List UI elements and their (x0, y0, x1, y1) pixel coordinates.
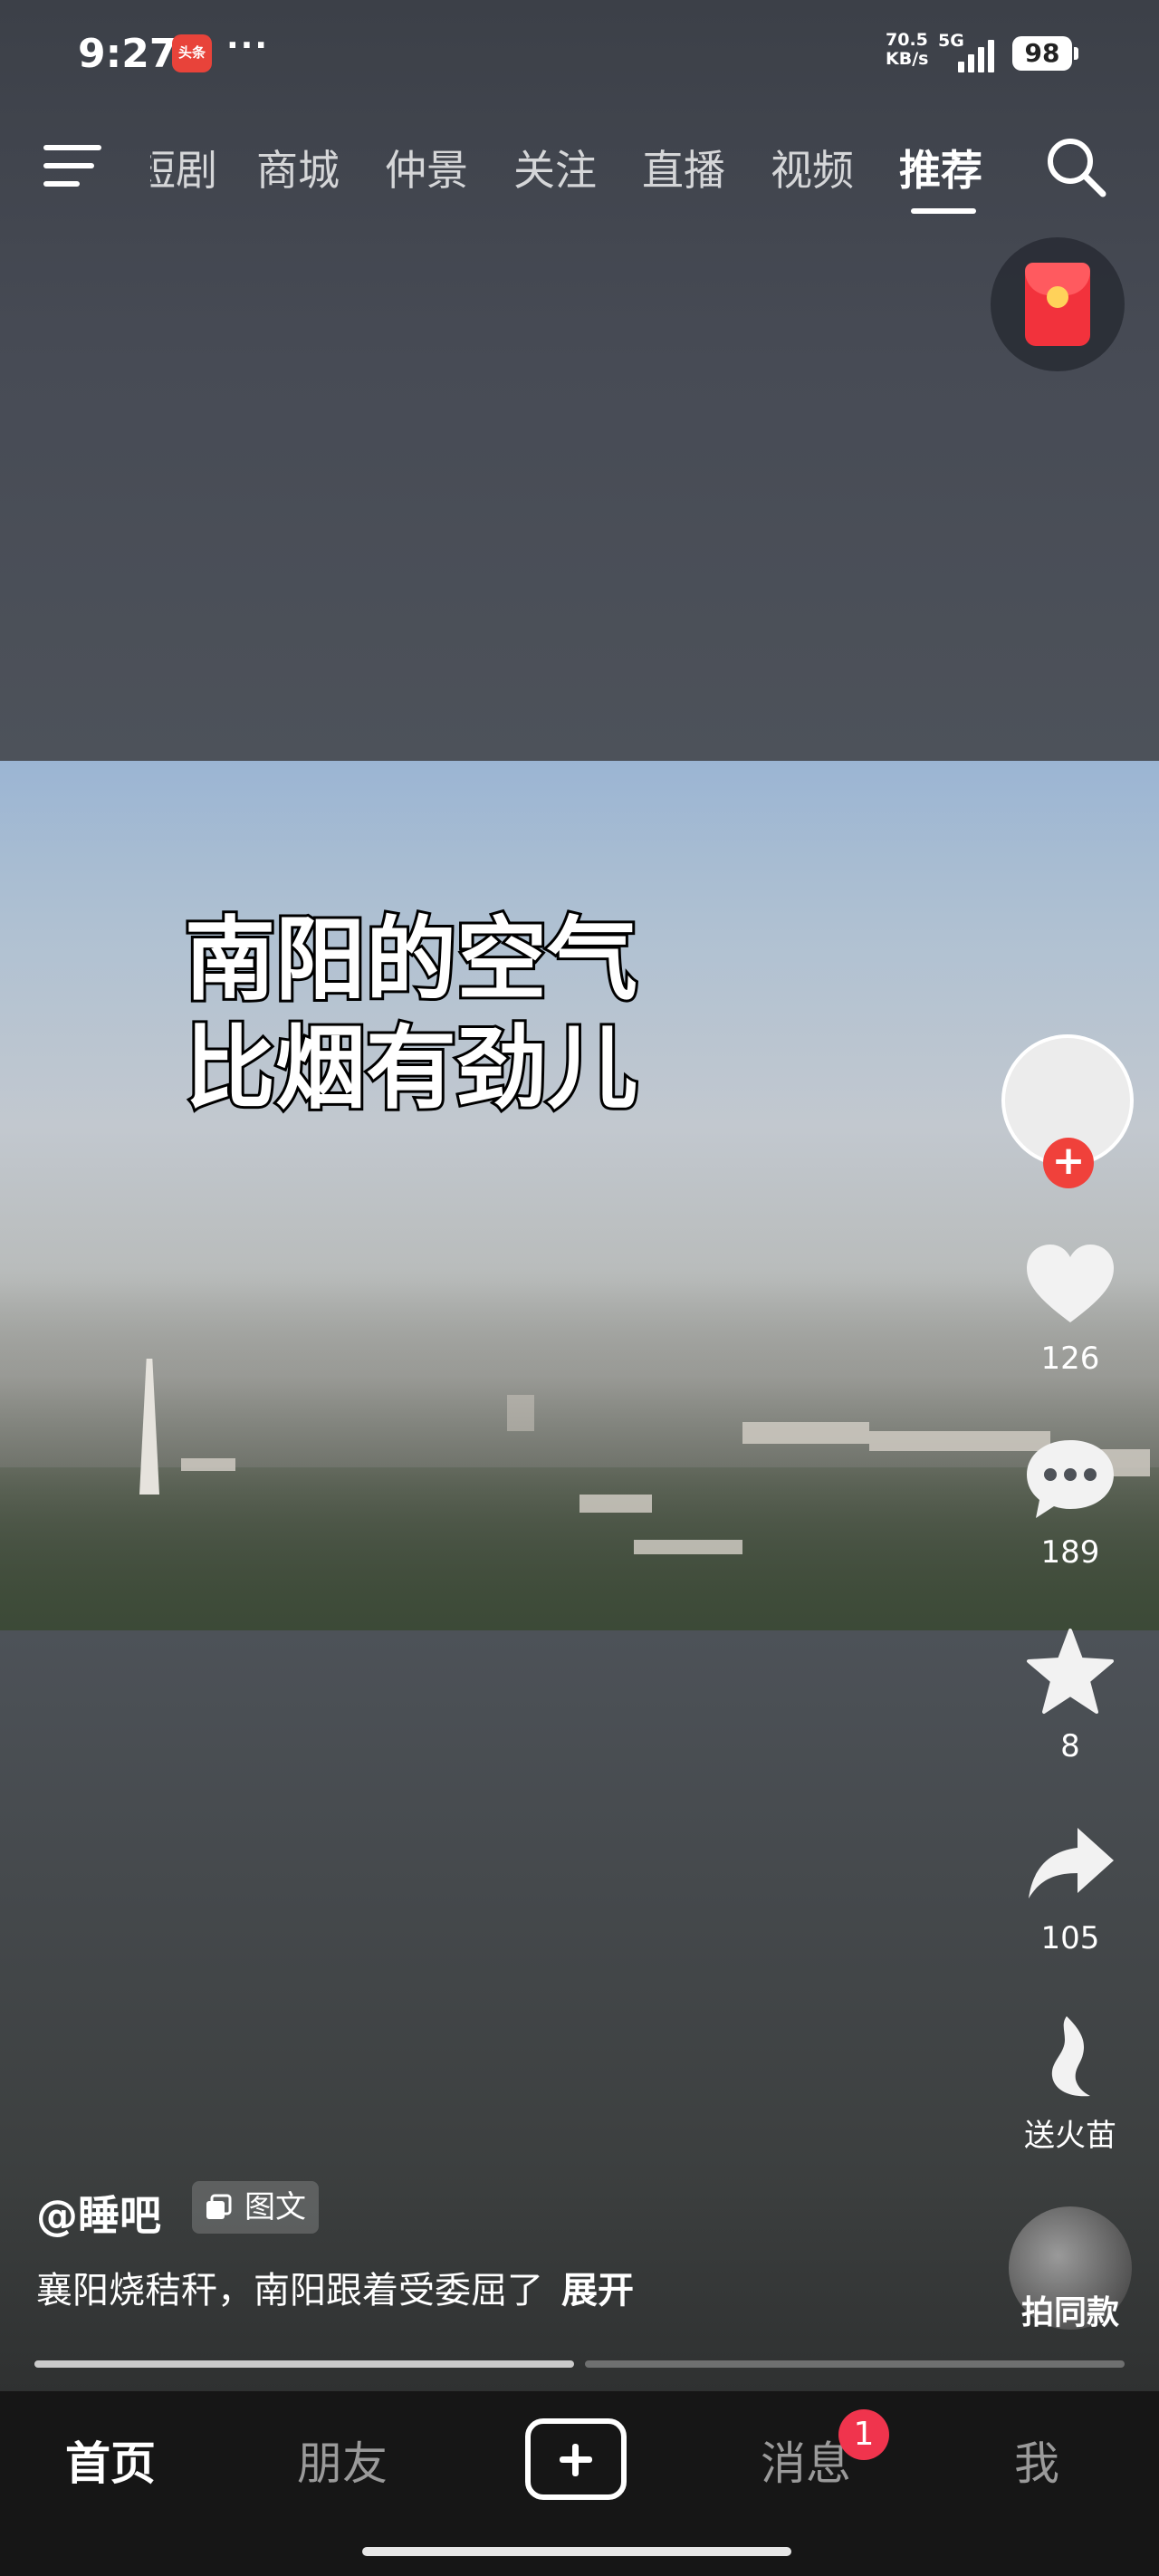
favorite-count: 8 (1060, 1728, 1080, 1764)
progress-segment-remaining[interactable] (585, 2360, 1125, 2368)
like-count: 126 (1040, 1341, 1100, 1377)
building (634, 1540, 742, 1554)
video-feed-screen: 9:27 头条 ··· 70.5 KB/s 5G 98 短剧 商城 仲景 关注 … (0, 0, 1159, 2576)
follow-button[interactable]: + (1043, 1138, 1094, 1188)
nav-messages[interactable]: 消息 (761, 2427, 851, 2493)
author-name[interactable]: @睡吧 (36, 2183, 161, 2243)
description-text: 襄阳烧秸秆，南阳跟着受委屈了 (36, 2270, 543, 2312)
treeline (0, 1467, 1159, 1630)
home-indicator[interactable] (362, 2547, 791, 2556)
tab-mall[interactable]: 商城 (256, 138, 340, 197)
nav-home[interactable]: 首页 (65, 2427, 156, 2493)
video-overlay-text: 南阳的空气 比烟有劲儿 (182, 904, 640, 1124)
flame-icon[interactable] (1023, 2013, 1117, 2103)
like-icon[interactable] (1023, 1239, 1117, 1330)
status-time: 9:27 (78, 31, 177, 77)
signal-icon (958, 40, 998, 72)
nav-me[interactable]: 我 (1014, 2427, 1059, 2493)
tab-short-drama[interactable]: 短剧 (150, 138, 217, 197)
expand-button[interactable]: 展开 (561, 2270, 634, 2312)
share-count: 105 (1040, 1920, 1100, 1956)
building (181, 1458, 235, 1471)
building (507, 1395, 534, 1431)
tab-recommended[interactable]: 推荐 (899, 138, 982, 197)
comment-count: 189 (1040, 1534, 1100, 1571)
shoot-same-label[interactable]: 拍同款 (996, 2286, 1145, 2333)
comment-icon[interactable] (1023, 1435, 1117, 1525)
red-envelope-icon (1025, 263, 1090, 346)
progress-segment-played[interactable] (34, 2360, 574, 2368)
building (742, 1422, 869, 1444)
message-badge: 1 (838, 2409, 889, 2460)
tab-following[interactable]: 关注 (513, 138, 597, 197)
toutiao-app-icon: 头条 (172, 34, 212, 72)
tab-live[interactable]: 直播 (642, 138, 725, 197)
battery-indicator: 98 (1012, 36, 1078, 71)
red-packet-button[interactable] (991, 237, 1125, 371)
image-text-label: 图文 (244, 2189, 306, 2225)
active-tab-indicator (911, 208, 976, 214)
image-text-tag: 图文 (192, 2181, 319, 2234)
building (580, 1495, 652, 1513)
send-flame-label: 送火苗 (1024, 2118, 1116, 2154)
tab-video[interactable]: 视频 (771, 138, 854, 197)
nav-friends[interactable]: 朋友 (297, 2427, 388, 2493)
share-arrow-icon[interactable] (1023, 1821, 1117, 1911)
create-plus-button[interactable] (525, 2418, 627, 2500)
video-description: 襄阳烧秸秆，南阳跟着受委屈了 展开 (36, 2261, 634, 2313)
search-icon[interactable] (1043, 134, 1108, 199)
video-content[interactable] (0, 761, 1159, 1630)
more-notifications-icon: ··· (226, 27, 270, 64)
network-speed-unit: KB/s (886, 49, 929, 69)
tab-zhongjing[interactable]: 仲景 (385, 138, 468, 197)
image-text-icon (206, 2194, 232, 2219)
menu-icon[interactable] (43, 145, 101, 190)
favorite-star-icon[interactable] (1023, 1627, 1117, 1717)
